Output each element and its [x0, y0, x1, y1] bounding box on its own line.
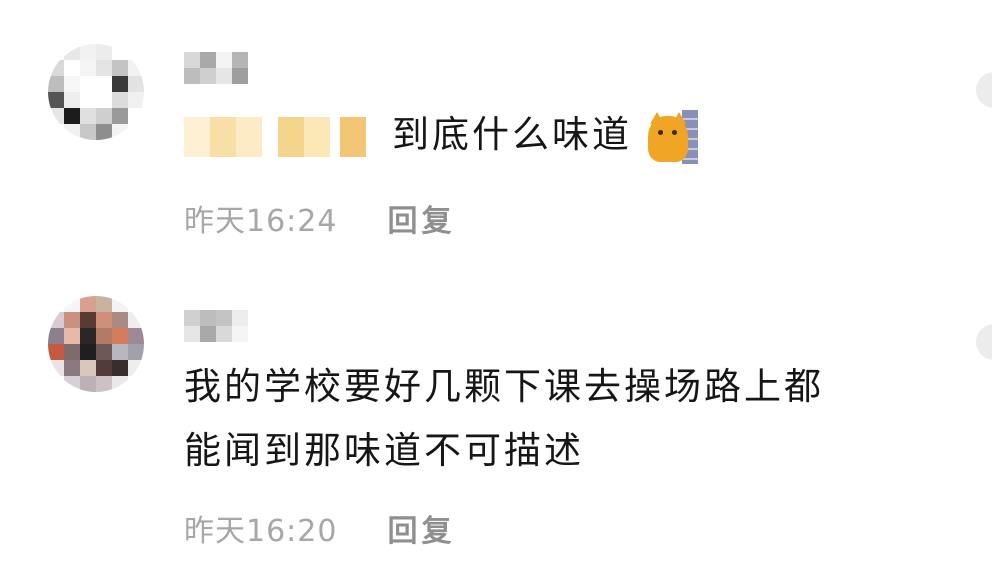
timestamp: 昨天16:20 — [184, 514, 338, 549]
comment-item-2: 我的学校要好几颗下课去操场路上都 能闻到那味道不可描述 昨天16:20 回复 — [0, 270, 992, 588]
username-blurred[interactable] — [184, 310, 248, 342]
avatar[interactable] — [48, 296, 144, 392]
comment-item-1: 到底什么味道 昨天16:24 回复 — [0, 0, 992, 270]
comment-text-line-2: 能闻到那味道不可描述 — [184, 429, 584, 472]
reply-button[interactable]: 回复 — [387, 506, 455, 550]
comment-text-content: 到底什么味道 — [392, 113, 632, 156]
like-button-edge[interactable] — [976, 72, 992, 108]
username-blurred[interactable] — [184, 52, 248, 84]
comment-text: 到底什么味道 — [184, 106, 698, 164]
comment-meta: 昨天16:24 回复 — [184, 196, 455, 240]
reply-button[interactable]: 回复 — [387, 196, 455, 240]
comment-text-line-1: 我的学校要好几颗下课去操场路上都 — [184, 365, 824, 408]
avatar[interactable] — [48, 44, 144, 140]
timestamp: 昨天16:24 — [184, 204, 338, 239]
blurred-emoji-prefix — [184, 116, 366, 157]
cat-peeking-emoji-icon — [646, 109, 698, 164]
like-button-edge[interactable] — [976, 324, 992, 360]
comment-meta: 昨天16:20 回复 — [184, 506, 455, 550]
